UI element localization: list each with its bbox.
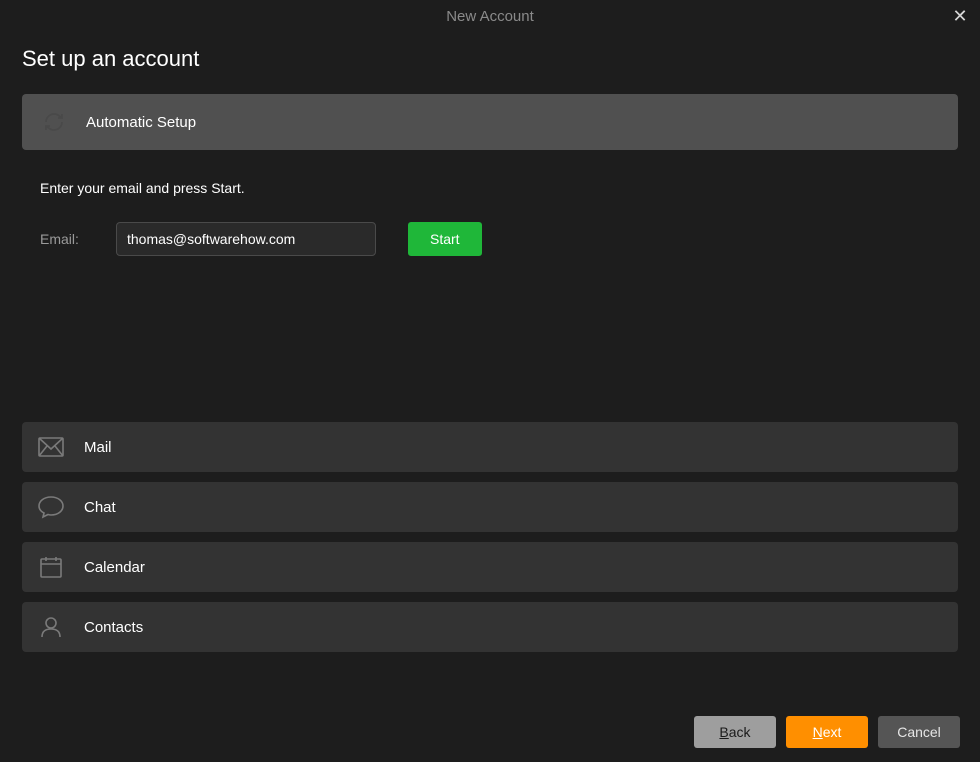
next-label-rest: ext — [823, 724, 842, 740]
email-field[interactable] — [116, 222, 376, 256]
chat-label: Chat — [84, 499, 116, 516]
close-button[interactable]: ✕ — [948, 4, 972, 28]
calendar-label: Calendar — [84, 559, 145, 576]
contacts-label: Contacts — [84, 619, 143, 636]
back-label-rest: ack — [729, 724, 751, 740]
automatic-setup-panel[interactable]: Automatic Setup — [22, 94, 958, 150]
next-button[interactable]: Next — [786, 716, 868, 748]
window-title: New Account — [446, 8, 534, 25]
titlebar: New Account ✕ — [0, 0, 980, 32]
mail-label: Mail — [84, 439, 112, 456]
email-label: Email: — [40, 231, 100, 247]
cancel-button[interactable]: Cancel — [878, 716, 960, 748]
close-icon: ✕ — [952, 6, 967, 27]
chat-icon — [36, 492, 66, 522]
back-button[interactable]: Back — [694, 716, 776, 748]
start-button[interactable]: Start — [408, 222, 482, 256]
contacts-icon — [36, 612, 66, 642]
option-chat[interactable]: Chat — [22, 482, 958, 532]
calendar-icon — [36, 552, 66, 582]
instruction-text: Enter your email and press Start. — [40, 180, 958, 196]
refresh-icon — [40, 108, 68, 136]
automatic-setup-label: Automatic Setup — [86, 114, 196, 131]
page-title: Set up an account — [22, 46, 958, 72]
option-contacts[interactable]: Contacts — [22, 602, 958, 652]
option-calendar[interactable]: Calendar — [22, 542, 958, 592]
mail-icon — [36, 432, 66, 462]
option-mail[interactable]: Mail — [22, 422, 958, 472]
